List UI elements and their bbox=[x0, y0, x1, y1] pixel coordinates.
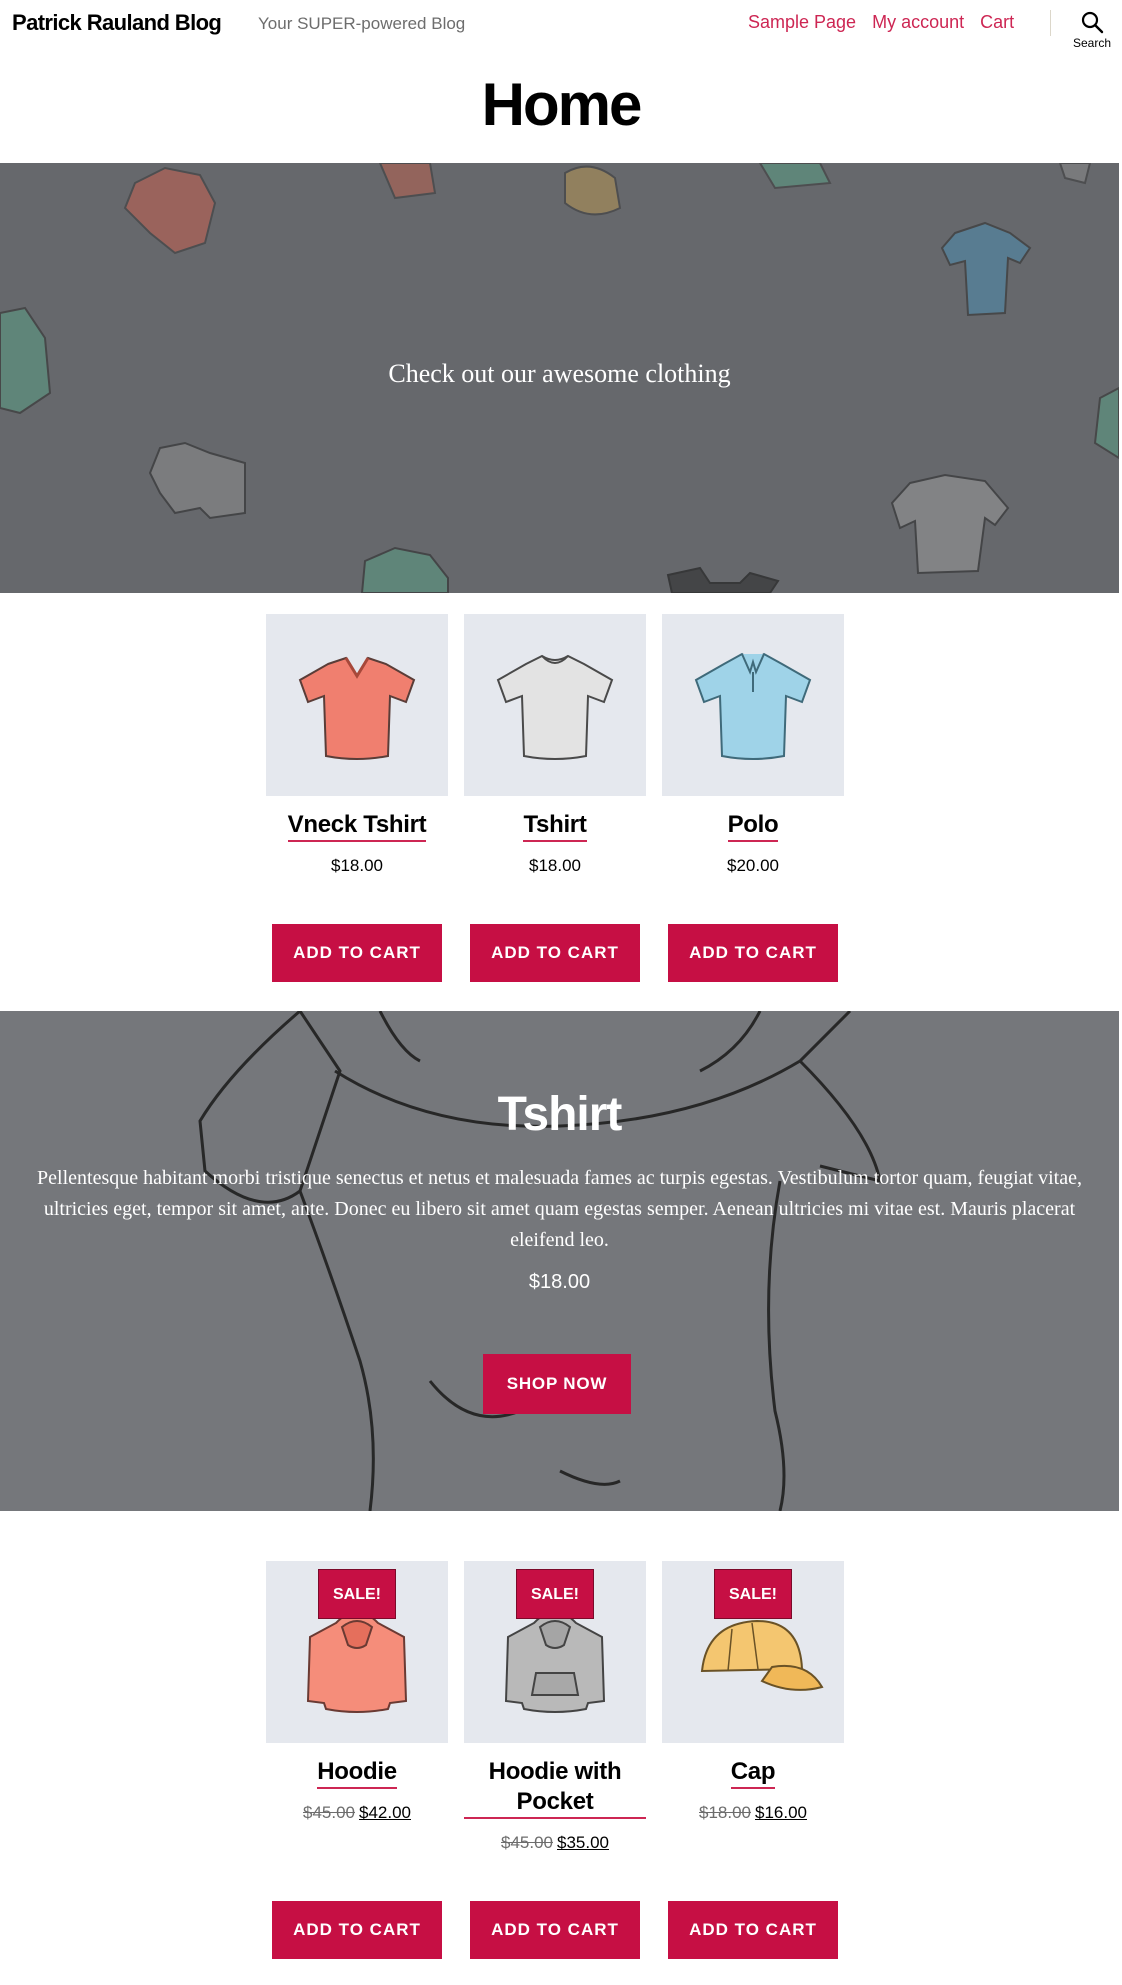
add-to-cart-button[interactable]: ADD TO CART bbox=[470, 924, 640, 982]
product-image[interactable]: SALE! bbox=[266, 1561, 448, 1743]
featured-product-cover: Tshirt Pellentesque habitant morbi trist… bbox=[0, 1011, 1119, 1511]
shop-now-button[interactable]: SHOP NOW bbox=[483, 1354, 631, 1414]
nav-divider bbox=[1050, 10, 1051, 36]
nav-item-cart[interactable]: Cart bbox=[980, 12, 1014, 33]
featured-product-price: $18.00 bbox=[528, 1271, 591, 1293]
product-card: SALE! Hoodie with Pocket $45.00 $35.00 AD… bbox=[464, 1561, 646, 1959]
product-grid-sale: SALE! Hoodie $45.00 $42.00 ADD TO CART SA… bbox=[266, 1561, 856, 1959]
vneck-tshirt-image bbox=[298, 656, 416, 760]
add-to-cart-button[interactable]: ADD TO CART bbox=[470, 1901, 640, 1959]
original-price: $18.00 bbox=[699, 1803, 751, 1822]
featured-product-description: Pellentesque habitant morbi tristique se… bbox=[37, 1167, 1082, 1251]
product-image[interactable]: SALE! bbox=[464, 1561, 646, 1743]
polo-image bbox=[694, 652, 812, 760]
product-price: $45.00 $42.00 bbox=[266, 1803, 448, 1823]
hero-cover: Check out our awesome clothing bbox=[0, 163, 1119, 593]
product-title[interactable]: Tshirt bbox=[523, 810, 587, 842]
product-price: $18.00 $16.00 bbox=[662, 1803, 844, 1823]
search-toggle-button[interactable]: Search bbox=[1066, 10, 1118, 56]
product-image[interactable] bbox=[662, 614, 844, 796]
product-title[interactable]: Polo bbox=[727, 810, 779, 842]
tshirt-sketch-background bbox=[198, 1011, 882, 1511]
product-image[interactable] bbox=[464, 614, 646, 796]
add-to-cart-button[interactable]: ADD TO CART bbox=[668, 924, 838, 982]
add-to-cart-button[interactable]: ADD TO CART bbox=[668, 1901, 838, 1959]
product-card: Tshirt $18.00 ADD TO CART bbox=[464, 614, 646, 982]
add-to-cart-button[interactable]: ADD TO CART bbox=[272, 1901, 442, 1959]
product-grid-top: Vneck Tshirt $18.00 ADD TO CART Tshirt $… bbox=[266, 614, 856, 982]
product-card: Vneck Tshirt $18.00 ADD TO CART bbox=[266, 614, 448, 982]
search-icon bbox=[1081, 11, 1104, 34]
sale-badge: SALE! bbox=[318, 1569, 396, 1619]
product-price: $20.00 bbox=[727, 856, 779, 875]
original-price: $45.00 bbox=[303, 1803, 355, 1822]
product-price: $18.00 bbox=[331, 856, 383, 875]
product-image[interactable] bbox=[266, 614, 448, 796]
product-card: SALE! Hoodie $45.00 $42.00 ADD TO CART bbox=[266, 1561, 448, 1959]
product-card: Polo $20.00 ADD TO CART bbox=[662, 614, 844, 982]
sale-price: $16.00 bbox=[755, 1803, 807, 1822]
featured-product-title: Tshirt bbox=[497, 1088, 623, 1141]
sale-badge: SALE! bbox=[714, 1569, 792, 1619]
site-header: Patrick Rauland Blog Your SUPER-powered … bbox=[0, 0, 1122, 62]
sale-price: $42.00 bbox=[359, 1803, 411, 1822]
nav-item-sample-page[interactable]: Sample Page bbox=[748, 12, 856, 33]
add-to-cart-button[interactable]: ADD TO CART bbox=[272, 924, 442, 982]
hero-text: Check out our awesome clothing bbox=[388, 359, 731, 388]
site-title[interactable]: Patrick Rauland Blog bbox=[12, 10, 222, 36]
tshirt-image bbox=[496, 654, 614, 760]
product-title[interactable]: Hoodie bbox=[317, 1757, 397, 1789]
site-description: Your SUPER-powered Blog bbox=[258, 14, 466, 33]
page-title: Home bbox=[481, 71, 643, 138]
sale-badge: SALE! bbox=[516, 1569, 594, 1619]
product-price: $18.00 bbox=[529, 856, 581, 875]
product-title[interactable]: Cap bbox=[730, 1757, 776, 1789]
sale-price: $35.00 bbox=[557, 1833, 609, 1852]
nav-item-my-account[interactable]: My account bbox=[872, 12, 964, 33]
original-price: $45.00 bbox=[501, 1833, 553, 1852]
product-title[interactable]: Hoodie with Pocket bbox=[464, 1757, 646, 1819]
product-price: $45.00 $35.00 bbox=[464, 1833, 646, 1853]
product-card: SALE! Cap $18.00 $16.00 ADD TO CART bbox=[662, 1561, 844, 1959]
search-label: Search bbox=[1072, 36, 1112, 50]
product-image[interactable]: SALE! bbox=[662, 1561, 844, 1743]
product-title[interactable]: Vneck Tshirt bbox=[287, 810, 427, 842]
primary-nav: Sample Page My account Cart bbox=[748, 12, 1014, 33]
